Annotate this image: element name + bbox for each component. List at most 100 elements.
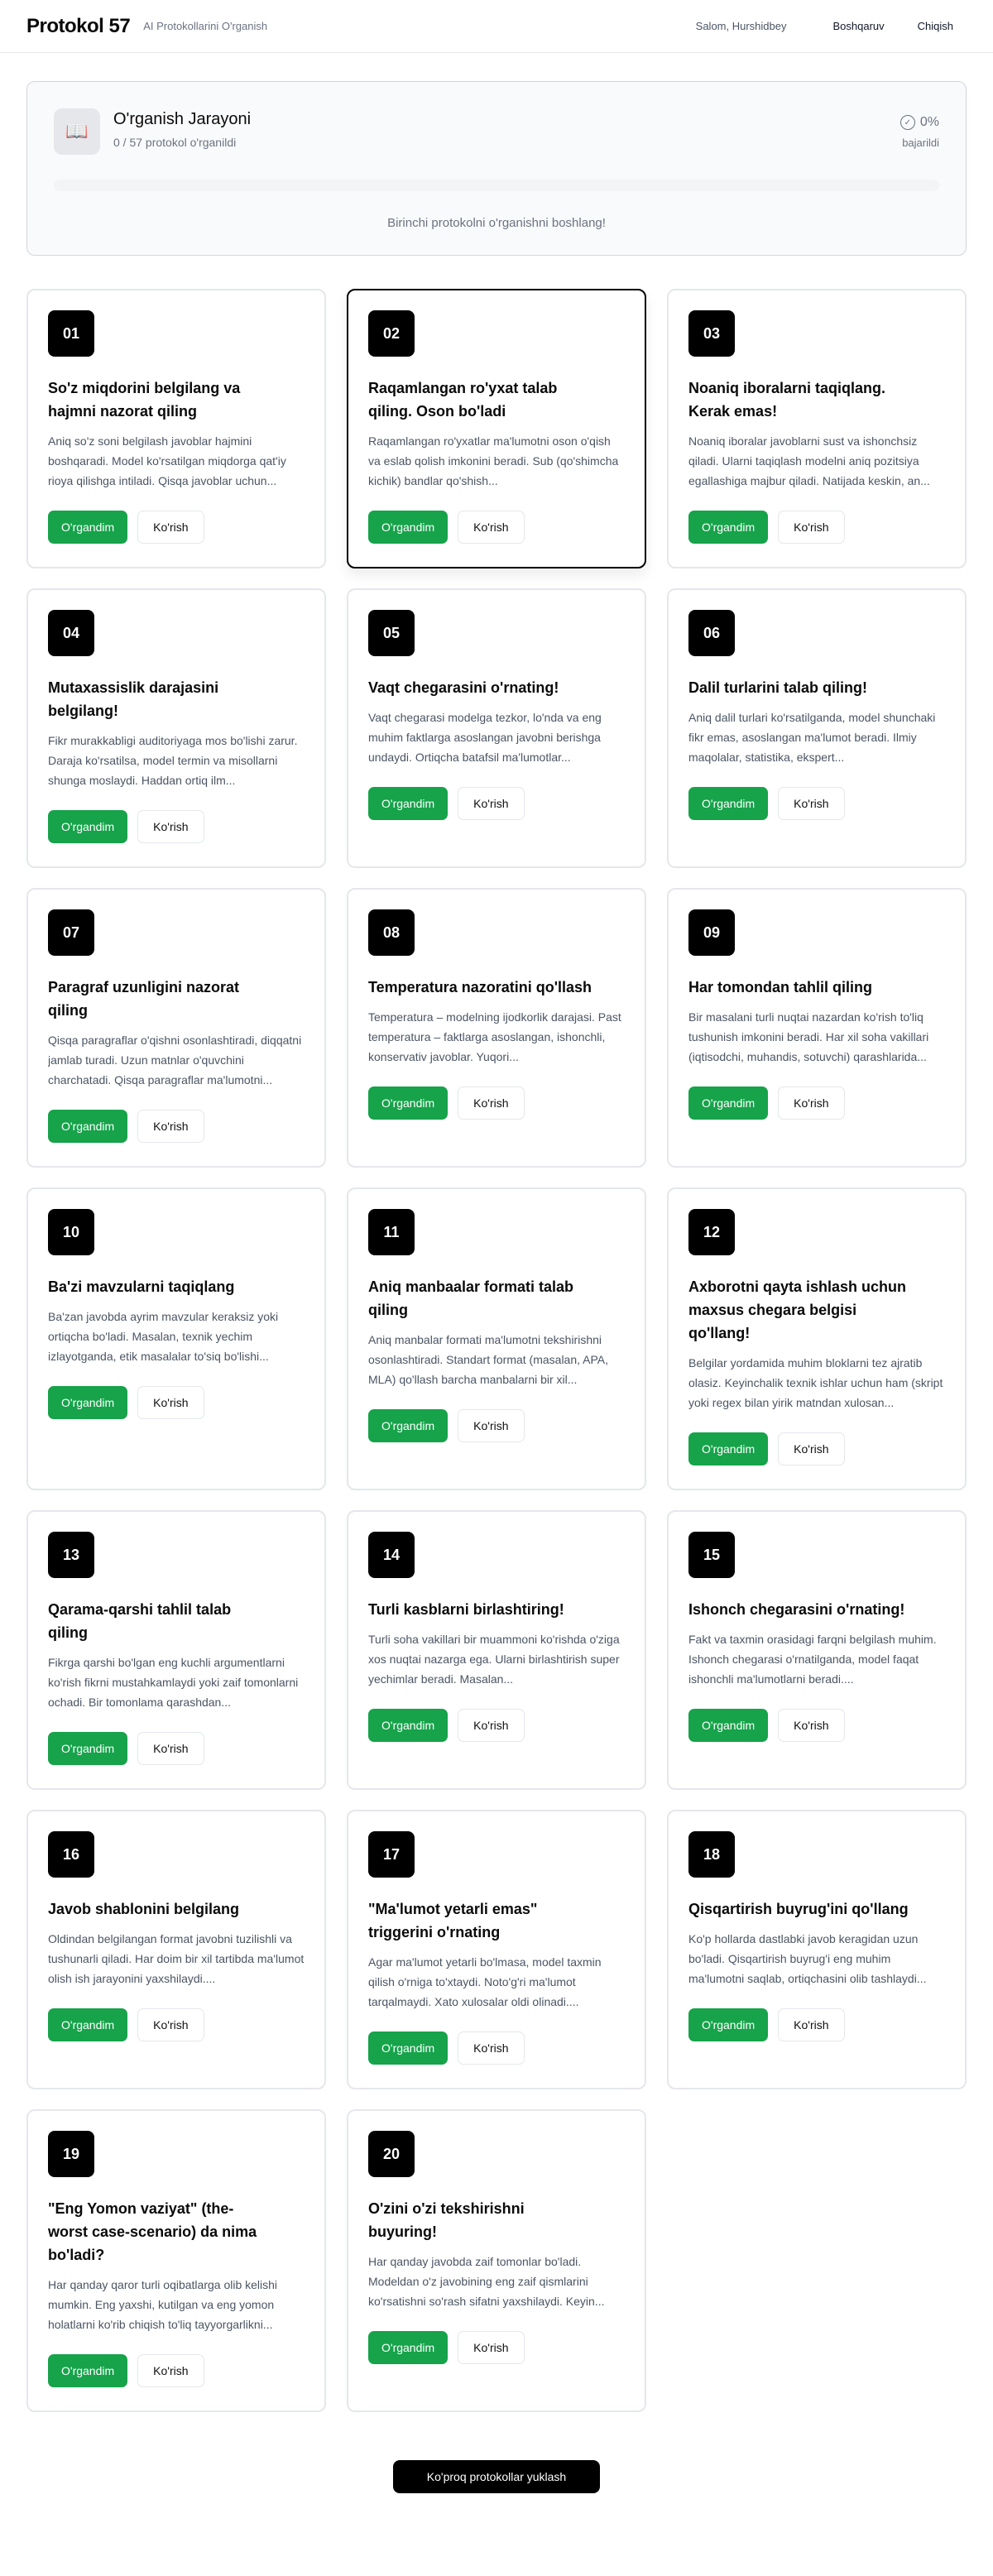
mark-learned-button[interactable]: O'rgandim: [368, 1087, 449, 1120]
view-button[interactable]: Ko'rish: [778, 1432, 845, 1465]
protocol-card[interactable]: 11 Aniq manbaalar formati talab qiling A…: [347, 1187, 646, 1490]
view-button[interactable]: Ko'rish: [458, 2032, 525, 2065]
view-button[interactable]: Ko'rish: [778, 1087, 845, 1120]
protocol-number: 18: [688, 1831, 735, 1878]
mark-learned-button[interactable]: O'rgandim: [48, 511, 128, 544]
protocol-title: Qarama-qarshi tahlil talab qiling: [48, 1601, 232, 1641]
protocol-title: Raqamlangan ro'yxat talab qiling. Oson b…: [368, 380, 558, 420]
protocol-title: O'zini o'zi tekshirishni buyuring!: [368, 2200, 525, 2240]
dashboard-link[interactable]: Boshqaruv: [819, 13, 897, 39]
protocol-number: 12: [688, 1209, 735, 1255]
protocol-description: Agar ma'lumot yetarli bo'lmasa, model ta…: [368, 1955, 602, 2008]
view-button[interactable]: Ko'rish: [137, 2354, 204, 2387]
protocol-title: So'z miqdorini belgilang va hajmni nazor…: [48, 380, 241, 420]
protocol-card[interactable]: 15 Ishonch chegarasini o'rnating! Fakt v…: [667, 1510, 967, 1790]
protocol-number: 01: [48, 310, 94, 357]
protocol-card[interactable]: 19 "Eng Yomon vaziyat" (the-worst case-s…: [26, 2109, 326, 2412]
protocol-title: Javob shablonini belgilang: [48, 1901, 240, 1917]
protocol-card[interactable]: 08 Temperatura nazoratini qo'llash Tempe…: [347, 888, 646, 1168]
view-button[interactable]: Ko'rish: [137, 2008, 204, 2041]
protocol-description: Har qanday javobda zaif tomonlar bo'ladi…: [368, 2255, 605, 2308]
view-button[interactable]: Ko'rish: [458, 1087, 525, 1120]
protocol-card[interactable]: 07 Paragraf uzunligini nazorat qiling Qi…: [26, 888, 326, 1168]
view-button[interactable]: Ko'rish: [778, 511, 845, 544]
mark-learned-button[interactable]: O'rgandim: [368, 2032, 449, 2065]
mark-learned-button[interactable]: O'rgandim: [688, 787, 769, 820]
protocol-card[interactable]: 02 Raqamlangan ro'yxat talab qiling. Oso…: [347, 289, 646, 568]
view-button[interactable]: Ko'rish: [137, 1110, 204, 1143]
protocol-card[interactable]: 17 "Ma'lumot yetarli emas" triggerini o'…: [347, 1810, 646, 2089]
protocol-card[interactable]: 10 Ba'zi mavzularni taqiqlang Ba'zan jav…: [26, 1187, 326, 1490]
protocol-card[interactable]: 04 Mutaxassislik darajasini belgilang! F…: [26, 588, 326, 868]
mark-learned-button[interactable]: O'rgandim: [48, 1732, 128, 1765]
protocol-number: 06: [688, 610, 735, 656]
mark-learned-button[interactable]: O'rgandim: [688, 1432, 769, 1465]
mark-learned-button[interactable]: O'rgandim: [48, 2354, 128, 2387]
protocol-description: Har qanday qaror turli oqibatlarga olib …: [48, 2278, 278, 2331]
mark-learned-button[interactable]: O'rgandim: [688, 1709, 769, 1742]
protocol-card[interactable]: 18 Qisqartirish buyrug'ini qo'llang Ko'p…: [667, 1810, 967, 2089]
protocol-number: 13: [48, 1532, 94, 1578]
mark-learned-button[interactable]: O'rgandim: [48, 2008, 128, 2041]
mark-learned-button[interactable]: O'rgandim: [688, 1087, 769, 1120]
mark-learned-button[interactable]: O'rgandim: [368, 1409, 449, 1442]
protocol-card[interactable]: 06 Dalil turlarini talab qiling! Aniq da…: [667, 588, 967, 868]
protocol-number: 05: [368, 610, 415, 656]
protocol-title: Vaqt chegarasini o'rnating!: [368, 679, 559, 696]
user-greeting: Salom, Hurshidbey: [695, 20, 787, 32]
protocol-title: Dalil turlarini talab qiling!: [688, 679, 868, 696]
protocol-grid: 01 So'z miqdorini belgilang va hajmni na…: [26, 289, 967, 2412]
book-icon: 📖: [54, 108, 100, 155]
protocol-number: 10: [48, 1209, 94, 1255]
view-button[interactable]: Ko'rish: [458, 1709, 525, 1742]
view-button[interactable]: Ko'rish: [778, 787, 845, 820]
protocol-card[interactable]: 05 Vaqt chegarasini o'rnating! Vaqt cheg…: [347, 588, 646, 868]
protocol-description: Temperatura – modelning ijodkorlik daraj…: [368, 1010, 621, 1063]
mark-learned-button[interactable]: O'rgandim: [688, 511, 769, 544]
protocol-card[interactable]: 03 Noaniq iboralarni taqiqlang. Kerak em…: [667, 289, 967, 568]
mark-learned-button[interactable]: O'rgandim: [368, 787, 449, 820]
view-button[interactable]: Ko'rish: [137, 511, 204, 544]
view-button[interactable]: Ko'rish: [137, 1386, 204, 1419]
protocol-card[interactable]: 13 Qarama-qarshi tahlil talab qiling Fik…: [26, 1510, 326, 1790]
view-button[interactable]: Ko'rish: [458, 2331, 525, 2364]
protocol-card[interactable]: 20 O'zini o'zi tekshirishni buyuring! Ha…: [347, 2109, 646, 2412]
protocol-description: Ba'zan javobda ayrim mavzular keraksiz y…: [48, 1310, 279, 1363]
protocol-title: Mutaxassislik darajasini belgilang!: [48, 679, 219, 719]
protocol-card[interactable]: 12 Axborotni qayta ishlash uchun maxsus …: [667, 1187, 967, 1490]
protocol-card[interactable]: 14 Turli kasblarni birlashtiring! Turli …: [347, 1510, 646, 1790]
view-button[interactable]: Ko'rish: [458, 511, 525, 544]
protocol-number: 20: [368, 2131, 415, 2177]
mark-learned-button[interactable]: O'rgandim: [368, 511, 449, 544]
protocol-number: 19: [48, 2131, 94, 2177]
protocol-card[interactable]: 01 So'z miqdorini belgilang va hajmni na…: [26, 289, 326, 568]
protocol-card[interactable]: 16 Javob shablonini belgilang Oldindan b…: [26, 1810, 326, 2089]
protocol-description: Aniq manbalar formati ma'lumotni tekshir…: [368, 1333, 608, 1386]
view-button[interactable]: Ko'rish: [458, 1409, 525, 1442]
mark-learned-button[interactable]: O'rgandim: [48, 810, 128, 843]
logout-button[interactable]: Chiqish: [904, 13, 967, 39]
protocol-description: Belgilar yordamida muhim bloklarni tez a…: [688, 1356, 943, 1409]
protocol-number: 11: [368, 1209, 415, 1255]
brand-logo[interactable]: Protokol 57: [26, 15, 131, 38]
protocol-title: Har tomondan tahlil qiling: [688, 979, 872, 995]
view-button[interactable]: Ko'rish: [137, 810, 204, 843]
mark-learned-button[interactable]: O'rgandim: [48, 1386, 128, 1419]
view-button[interactable]: Ko'rish: [778, 1709, 845, 1742]
protocol-description: Fikrga qarshi bo'lgan eng kuchli argumen…: [48, 1656, 299, 1709]
view-button[interactable]: Ko'rish: [137, 1732, 204, 1765]
protocol-card[interactable]: 09 Har tomondan tahlil qiling Bir masala…: [667, 888, 967, 1168]
protocol-description: Ko'p hollarda dastlabki javob keragidan …: [688, 1932, 927, 1985]
protocol-number: 15: [688, 1532, 735, 1578]
view-button[interactable]: Ko'rish: [458, 787, 525, 820]
progress-label: bajarildi: [902, 137, 939, 149]
load-more-button[interactable]: Ko'proq protokollar yuklash: [393, 2460, 600, 2493]
mark-learned-button[interactable]: O'rgandim: [48, 1110, 128, 1143]
protocol-number: 17: [368, 1831, 415, 1878]
protocol-description: Fakt va taxmin orasidagi farqni belgilas…: [688, 1633, 937, 1686]
mark-learned-button[interactable]: O'rgandim: [368, 2331, 449, 2364]
protocol-title: "Eng Yomon vaziyat" (the-worst case-scen…: [48, 2200, 257, 2263]
view-button[interactable]: Ko'rish: [778, 2008, 845, 2041]
mark-learned-button[interactable]: O'rgandim: [368, 1709, 449, 1742]
mark-learned-button[interactable]: O'rgandim: [688, 2008, 769, 2041]
